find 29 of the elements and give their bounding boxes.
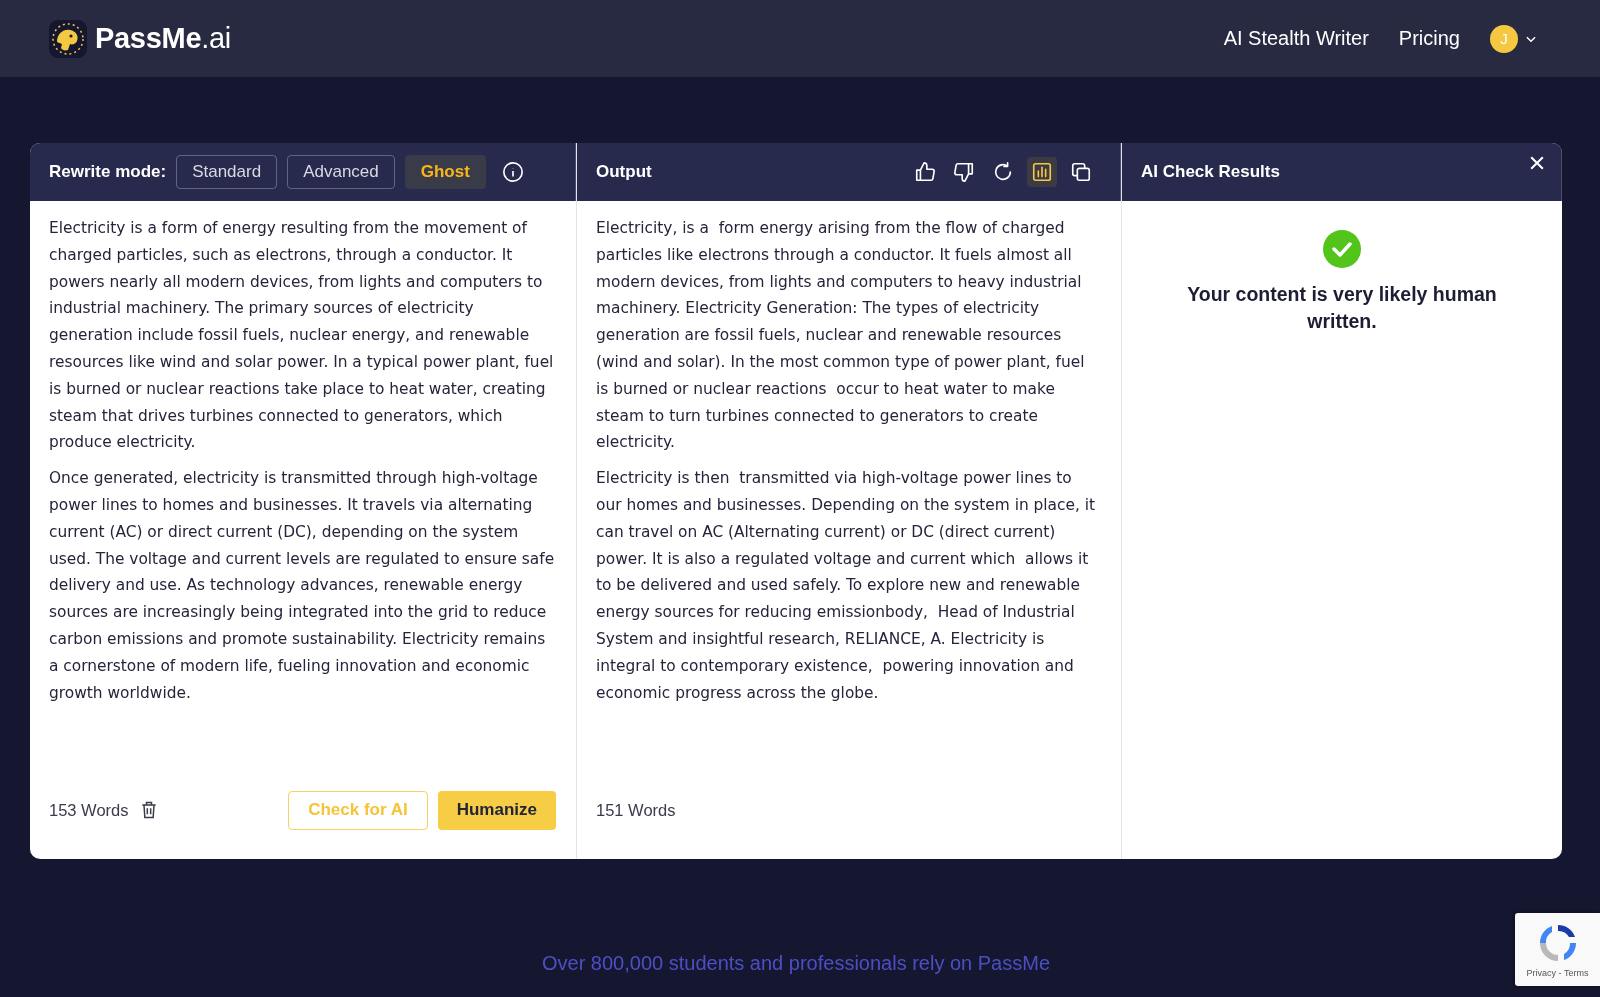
thumbs-up-icon [914,161,936,183]
info-icon[interactable] [501,161,524,183]
word-count: 153 Words [49,800,129,820]
bar-chart-icon [1031,161,1053,183]
input-paragraph: Once generated, electricity is transmitted through high-voltage power lines to homes and businesses. It travels via alternating current (AC) or direct current (DC), depending on the system used. The voltage and current levels are regulated to ensure safe delivery and use. As technology advances, renewable energy sources are increasingly being integrated into the grid to reduce carbon emissions and promote sustainability. Electricity remains a cornerstone of modern life, fueling innovation and economic growth worldwide. [49,468,556,704]
nav-link[interactable]: AI Stealth Writer [1223,27,1369,50]
output-paragraph: Electricity is then transmitted via high-voltage power lines to our homes and businesses. Depending on the system in place, it can travel on AC (Alternating current) or DC (direct current) power. It is also a regulated voltage and current which allows it to be delivered and used safely. To explore new and renewable energy sources for reducing emissionbody, Head of Industrial System and insightful research, RELIANCE, A. Electricity is integral to contemporary existence, powering innovation and economic progress across the globe. [596,468,1097,704]
recaptcha-badge[interactable]: Privacy - Terms [1515,913,1600,986]
mode-tab[interactable]: Standard [176,155,278,189]
logo-icon [49,19,87,58]
input-paragraph: Electricity is a form of energy resulting from the movement of charged particles, such as electrons, through a conductor. It powers nearly all modern devices, from lights and computers to industrial machinery. The primary sources of electricity generation include fossil fuels, nuclear energy, and renewable resources like wind and solar power. In a typical power plant, fuel is burned or nuclear reactions take place to heat water, creating steam that drives turbines connected to generators, which produce electricity. [49,218,555,454]
result-message: Your content is very likely human written. [1186,282,1498,334]
refresh-icon [992,161,1014,183]
output-title: Output [596,162,652,182]
copy-icon [1070,161,1092,183]
mode-tab[interactable]: Advanced [287,155,395,189]
recaptcha-links[interactable]: Privacy - Terms [1526,968,1589,978]
output-paragraph: Electricity, is a form energy arising from the flow of charged particles like electrons through a conductor. It fuels almost all modern devices, from lights and computers to heavy industrial machinery. Electricity Generation: The types of electricity generation are fossil fuels, nuclear and renewable resources (wind and solar). In the most common type of power plant, fuel is burned or nuclear reactions occur to heat water to make steam to turn turbines connected to generators to create electricity. [596,218,1086,454]
results-title: AI Check Results [1141,162,1280,182]
thumbs-down-icon [953,161,975,183]
nav-link[interactable]: Pricing [1398,27,1460,50]
mode-tab[interactable]: Ghost [404,155,486,189]
tagline: Over 800,000 students and professionals rely on PassMe [541,952,1051,975]
humanize-button[interactable]: Humanize [437,790,556,830]
check-circle-icon [1322,229,1362,269]
brand-name[interactable]: PassMe.ai [95,22,231,55]
mode-label: Rewrite mode: [49,162,167,182]
word-count: 151 Words [596,800,676,820]
toolbar-button[interactable] [1027,157,1057,187]
